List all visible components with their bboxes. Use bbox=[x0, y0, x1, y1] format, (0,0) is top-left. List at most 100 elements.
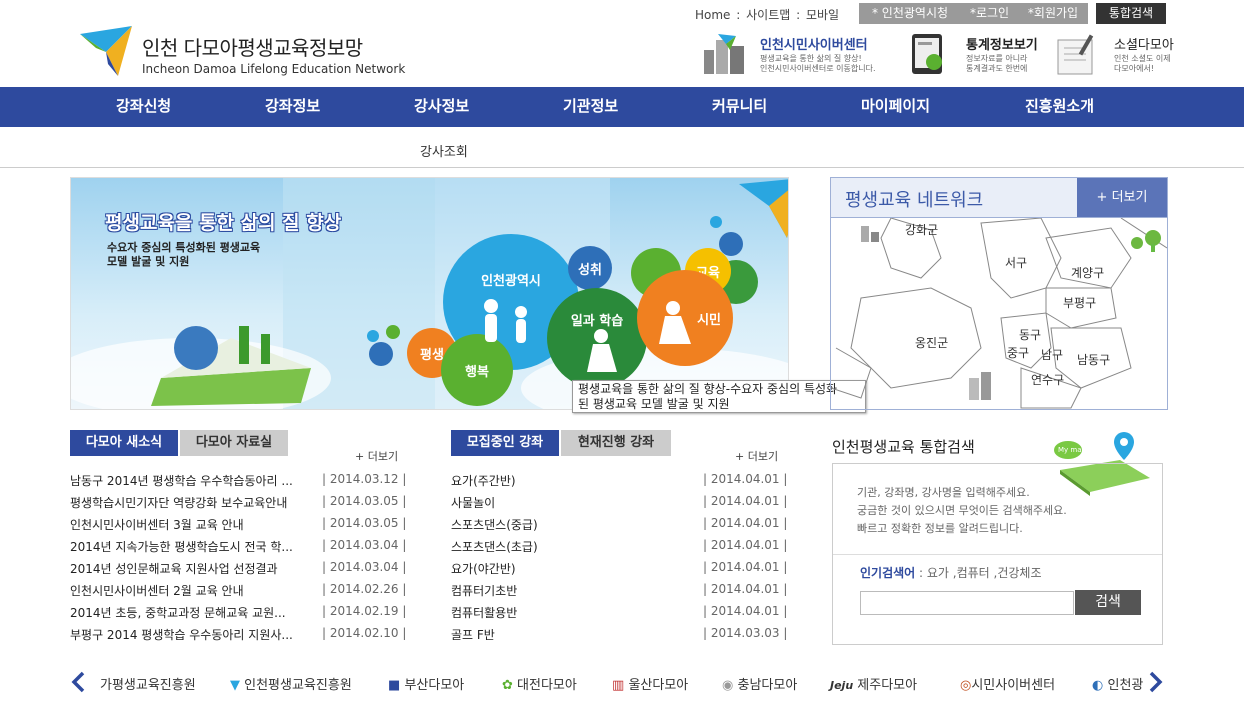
logo-subtitle: Incheon Damoa Lifelong Education Network bbox=[142, 62, 406, 76]
news-title[interactable]: 평생학습시민기자단 역량강화 보수교육안내 bbox=[70, 494, 310, 511]
news-title[interactable]: 2014년 초등, 중학교과정 문해교육 교원... bbox=[70, 604, 310, 621]
course-title[interactable]: 스포츠댄스(초급) bbox=[451, 538, 691, 555]
nav-mypage[interactable]: 마이페이지 bbox=[861, 87, 930, 127]
list-item[interactable]: 요가(야간반) | 2014.04.01 | bbox=[451, 560, 787, 582]
site-link[interactable]: ◉ 충남다모아 bbox=[722, 674, 797, 693]
list-item[interactable]: 부평구 2014 평생학습 우수동아리 지원사... | 2014.02.10 | bbox=[70, 626, 406, 648]
district-ongjin[interactable]: 옹진군 bbox=[915, 334, 948, 351]
news-title[interactable]: 2014년 성인문해교육 지원사업 선정결과 bbox=[70, 560, 310, 577]
bubble-achievement: 성취 bbox=[568, 246, 612, 290]
site-link[interactable]: ▼ 인천평생교육진흥원 bbox=[230, 674, 352, 693]
course-date: | 2014.04.01 | bbox=[703, 494, 788, 508]
news-title[interactable]: 인천시민사이버센터 3월 교육 안내 bbox=[70, 516, 310, 533]
tab-news[interactable]: 다모아 새소식 bbox=[70, 430, 178, 456]
course-title[interactable]: 스포츠댄스(중급) bbox=[451, 516, 691, 533]
quick-statistics[interactable]: 통계정보보기 정보자료를 아니라 통계결과도 한번에 bbox=[906, 30, 1046, 78]
prev-arrow-icon[interactable] bbox=[70, 671, 86, 693]
list-item[interactable]: 골프 F반 | 2014.03.03 | bbox=[451, 626, 787, 648]
network-more-button[interactable]: + 더보기 bbox=[1077, 178, 1167, 217]
quick-cyber-center[interactable]: 인천시민사이버센터 평생교육을 통한 삶의 질 향상! 인천시민사이버센터로 이동… bbox=[700, 30, 890, 78]
list-item[interactable]: 요가(주간반) | 2014.04.01 | bbox=[451, 472, 787, 494]
list-item[interactable]: 인천시민사이버센터 3월 교육 안내 | 2014.03.05 | bbox=[70, 516, 406, 538]
banner-tooltip: 평생교육을 통한 삶의 질 향상-수요자 중심의 특성화 된 평생교육 모델 발… bbox=[572, 380, 866, 413]
list-item[interactable]: 2014년 지속가능한 평생학습도시 전국 학... | 2014.03.04 | bbox=[70, 538, 406, 560]
site-link[interactable]: Jeju 제주다모아 bbox=[830, 674, 917, 693]
next-arrow-icon[interactable] bbox=[1148, 671, 1164, 693]
site-logo[interactable]: 인천 다모아평생교육정보망 Incheon Damoa Lifelong Edu… bbox=[78, 24, 408, 80]
tab-ongoing-courses[interactable]: 현재진행 강좌 bbox=[561, 430, 671, 456]
site-link[interactable]: ▥ 울산다모아 bbox=[612, 674, 688, 693]
news-title[interactable]: 남동구 2014년 평생학습 우수학습동아리 ... bbox=[70, 472, 310, 489]
course-title[interactable]: 요가(주간반) bbox=[451, 472, 691, 489]
news-title[interactable]: 부평구 2014 평생학습 우수동아리 지원사... bbox=[70, 626, 310, 643]
site-link[interactable]: ■ 부산다모아 bbox=[388, 674, 464, 693]
course-title[interactable]: 컴퓨터활용반 bbox=[451, 604, 691, 621]
list-item[interactable]: 2014년 성인문해교육 지원사업 선정결과 | 2014.03.04 | bbox=[70, 560, 406, 582]
list-item[interactable]: 인천시민사이버센터 2월 교육 안내 | 2014.02.26 | bbox=[70, 582, 406, 604]
district-yeonsu[interactable]: 연수구 bbox=[1031, 371, 1064, 388]
incheon-city-link[interactable]: * 인천광역시청 bbox=[859, 3, 961, 24]
my-map-badge: My map bbox=[1058, 446, 1086, 454]
nav-course-apply[interactable]: 강좌신청 bbox=[116, 87, 171, 127]
list-item[interactable]: 스포츠댄스(초급) | 2014.04.01 | bbox=[451, 538, 787, 560]
search-button[interactable]: 검색 bbox=[1075, 590, 1141, 615]
site-link[interactable]: ◎시민사이버센터 bbox=[960, 674, 1055, 693]
course-title[interactable]: 골프 F반 bbox=[451, 626, 691, 643]
list-item[interactable]: 2014년 초등, 중학교과정 문해교육 교원... | 2014.02.19 | bbox=[70, 604, 406, 626]
main-nav: 강좌신청 강좌정보 강사정보 기관정보 커뮤니티 마이페이지 진흥원소개 bbox=[0, 87, 1244, 127]
search-box: 기관, 강좌명, 강사명을 입력해주세요. 궁금한 것이 있으시면 무엇이든 검… bbox=[832, 463, 1163, 645]
news-more-link[interactable]: + 더보기 bbox=[355, 448, 398, 464]
courses-more-link[interactable]: + 더보기 bbox=[735, 448, 778, 464]
list-item[interactable]: 컴퓨터기초반 | 2014.04.01 | bbox=[451, 582, 787, 604]
tab-archive[interactable]: 다모아 자료실 bbox=[180, 430, 288, 456]
mobile-link[interactable]: 모바일 bbox=[806, 8, 839, 22]
site-link[interactable]: ✿ 대전다모아 bbox=[502, 674, 577, 693]
news-date: | 2014.03.04 | bbox=[322, 538, 407, 552]
district-ganghwa[interactable]: 강화군 bbox=[905, 221, 938, 238]
course-title[interactable]: 사물놀이 bbox=[451, 494, 691, 511]
course-date: | 2014.04.01 | bbox=[703, 472, 788, 486]
integrated-search-button[interactable]: 통합검색 bbox=[1096, 3, 1166, 24]
popular-terms[interactable]: : 요가 ,컴퓨터 ,건강체조 bbox=[915, 566, 1041, 580]
district-nam[interactable]: 남구 bbox=[1041, 346, 1063, 363]
district-seo[interactable]: 서구 bbox=[1005, 254, 1027, 271]
nav-community[interactable]: 커뮤니티 bbox=[712, 87, 767, 127]
quick-desc: 평생교육을 통한 삶의 질 향상! bbox=[760, 54, 862, 63]
tab-recruiting-courses[interactable]: 모집중인 강좌 bbox=[451, 430, 559, 456]
search-input[interactable] bbox=[860, 591, 1074, 615]
site-link[interactable]: 가평생교육진흥원 bbox=[100, 674, 196, 693]
search-desc-line: 궁금한 것이 있으시면 무엇이든 검색해주세요. bbox=[857, 504, 1067, 517]
list-item[interactable]: 컴퓨터활용반 | 2014.04.01 | bbox=[451, 604, 787, 626]
list-item[interactable]: 평생학습시민기자단 역량강화 보수교육안내 | 2014.03.05 | bbox=[70, 494, 406, 516]
join-button[interactable]: *회원가입 bbox=[1018, 3, 1088, 24]
banner-subtitle-line: 수요자 중심의 특성화된 평생교육 bbox=[107, 241, 261, 254]
district-dong[interactable]: 동구 bbox=[1019, 326, 1041, 343]
list-item[interactable]: 스포츠댄스(중급) | 2014.04.01 | bbox=[451, 516, 787, 538]
district-jung[interactable]: 중구 bbox=[1007, 344, 1029, 361]
nav-instructor-info[interactable]: 강사정보 bbox=[414, 87, 469, 127]
course-title[interactable]: 컴퓨터기초반 bbox=[451, 582, 691, 599]
sub-nav: 강사조회 bbox=[0, 127, 1244, 168]
subnav-instructor-search[interactable]: 강사조회 bbox=[420, 141, 468, 160]
main-banner[interactable]: 평생교육을 통한 삶의 질 향상 수요자 중심의 특성화된 평생교육 모델 발굴… bbox=[70, 177, 789, 410]
search-desc-line: 빠르고 정확한 정보를 알려드립니다. bbox=[857, 522, 1023, 535]
site-link[interactable]: ◐ 인천광 bbox=[1092, 674, 1143, 693]
district-namdong[interactable]: 남동구 bbox=[1077, 351, 1110, 368]
nav-institution-info[interactable]: 기관정보 bbox=[563, 87, 618, 127]
login-button[interactable]: *로그인 bbox=[961, 3, 1018, 24]
home-link[interactable]: Home bbox=[695, 8, 730, 22]
course-date: | 2014.04.01 | bbox=[703, 516, 788, 530]
list-item[interactable]: 사물놀이 | 2014.04.01 | bbox=[451, 494, 787, 516]
news-date: | 2014.03.04 | bbox=[322, 560, 407, 574]
district-bupyeong[interactable]: 부평구 bbox=[1063, 294, 1096, 311]
nav-course-info[interactable]: 강좌정보 bbox=[265, 87, 320, 127]
worker-icon bbox=[587, 329, 617, 372]
quick-social[interactable]: 소셜다모아 인천 소셜도 이제 다모아에서! bbox=[1054, 30, 1174, 78]
sitemap-link[interactable]: 사이트맵 bbox=[746, 8, 790, 22]
news-title[interactable]: 인천시민사이버센터 2월 교육 안내 bbox=[70, 582, 310, 599]
nav-about[interactable]: 진흥원소개 bbox=[1025, 87, 1094, 127]
district-gyeyang[interactable]: 계양구 bbox=[1071, 264, 1104, 281]
news-title[interactable]: 2014년 지속가능한 평생학습도시 전국 학... bbox=[70, 538, 310, 555]
list-item[interactable]: 남동구 2014년 평생학습 우수학습동아리 ... | 2014.03.12 | bbox=[70, 472, 406, 494]
course-title[interactable]: 요가(야간반) bbox=[451, 560, 691, 577]
